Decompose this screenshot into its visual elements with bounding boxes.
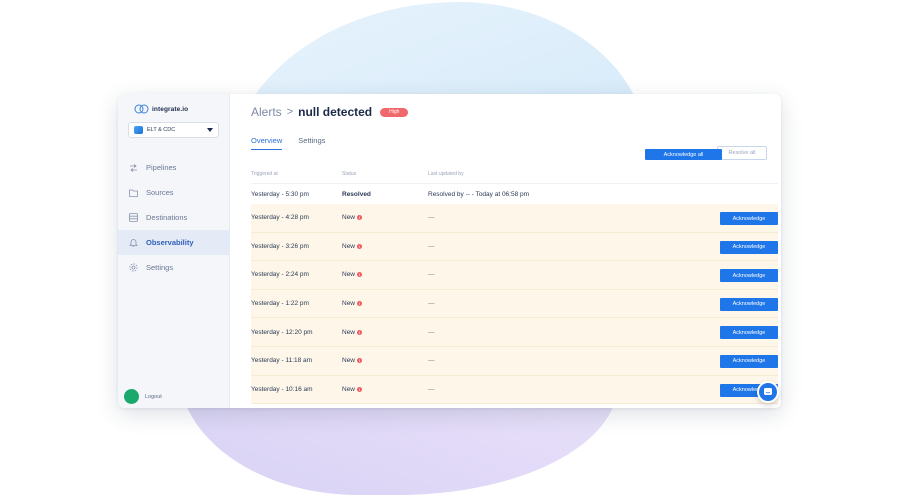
- column-header-status: Status: [342, 171, 357, 177]
- cell-triggered-at: Yesterday - 11:18 am: [251, 357, 313, 365]
- table-header: Triggered at Status Last updated by: [251, 167, 778, 181]
- alert-rows: Yesterday - 4:28 pm New ! — Acknowledge …: [251, 204, 778, 405]
- cell-triggered-at: Yesterday - 12:20 pm: [251, 328, 313, 336]
- acknowledge-button[interactable]: Acknowledge: [720, 354, 778, 368]
- main-content: Alerts > null detected High Overview Set…: [230, 94, 781, 408]
- table-row: Yesterday - 10:16 am New ! — Acknowledge: [251, 375, 778, 405]
- app-window: integrate.io ELT & CDC Pipelines Sources: [118, 94, 781, 408]
- sidebar-item-label: Settings: [146, 263, 174, 272]
- table-row: Yesterday - 12:20 pm New ! — Acknowledge: [251, 318, 778, 347]
- logout-button[interactable]: Logout: [124, 389, 162, 404]
- sidebar-item-sources[interactable]: Sources: [118, 180, 230, 205]
- gear-icon: [128, 263, 138, 273]
- acknowledge-button[interactable]: Acknowledge: [720, 212, 778, 225]
- status-label: New: [342, 242, 356, 250]
- column-header-last-updated-by: Last updated by: [428, 171, 464, 177]
- tab-bar: Overview Settings: [251, 136, 325, 150]
- chat-launcher-button[interactable]: [757, 381, 779, 403]
- severity-badge: High: [380, 107, 409, 117]
- workspace-select[interactable]: ELT & CDC: [128, 122, 219, 138]
- cell-triggered-at: Yesterday - 3:26 pm: [251, 242, 309, 250]
- logo-text: integrate.io: [152, 105, 189, 113]
- cell-status: New !: [342, 300, 428, 307]
- cell-triggered-at: Yesterday - 10:16 am: [251, 385, 313, 393]
- workspace-label: ELT & CDC: [147, 127, 176, 133]
- alert-dot-icon: !: [357, 301, 363, 307]
- table-row-resolved: Yesterday - 5:30 pm Resolved Resolved by…: [251, 183, 778, 204]
- cell-status: New !: [342, 214, 428, 221]
- cell-status: New !: [342, 271, 428, 278]
- tab-overview[interactable]: Overview: [251, 136, 283, 150]
- tab-settings[interactable]: Settings: [298, 136, 325, 150]
- sidebar-item-pipelines[interactable]: Pipelines: [118, 155, 230, 180]
- bell-icon: [128, 238, 138, 248]
- status-label: New: [342, 357, 356, 365]
- alert-dot-icon: !: [357, 329, 363, 335]
- sidebar: integrate.io ELT & CDC Pipelines Sources: [118, 94, 230, 408]
- cell-status: New !: [342, 386, 428, 393]
- cell-triggered-at: Yesterday - 5:30 pm: [251, 190, 309, 198]
- breadcrumb-separator: >: [286, 106, 294, 118]
- status-label: New: [342, 385, 356, 393]
- logo-icon: [134, 104, 149, 114]
- resolve-all-button[interactable]: Resolve all: [717, 146, 767, 160]
- sidebar-item-label: Destinations: [146, 213, 188, 222]
- pipelines-icon: [128, 163, 138, 173]
- folder-icon: [128, 188, 138, 198]
- alert-dot-icon: !: [357, 272, 363, 278]
- cell-last-updated-by: Resolved by -- - Today at 06:58 pm: [428, 190, 530, 198]
- breadcrumb-alerts-link[interactable]: Alerts: [251, 105, 282, 119]
- cell-triggered-at: Yesterday - 2:24 pm: [251, 271, 309, 279]
- workspace-icon: [134, 126, 143, 134]
- alert-dot-icon: !: [357, 386, 363, 392]
- cell-status: New !: [342, 243, 428, 250]
- sidebar-item-label: Sources: [146, 188, 174, 197]
- alert-dot-icon: !: [357, 215, 363, 221]
- cell-status: Resolved: [342, 190, 371, 198]
- chat-icon: [764, 388, 772, 395]
- status-label: New: [342, 214, 356, 222]
- acknowledge-all-button[interactable]: Acknowledge all: [645, 149, 722, 160]
- database-icon: [128, 213, 138, 223]
- status-label: New: [342, 300, 356, 308]
- cell-status: New !: [342, 329, 428, 336]
- table-row: Yesterday - 4:28 pm New ! — Acknowledge: [251, 204, 778, 233]
- sidebar-item-settings[interactable]: Settings: [118, 255, 230, 280]
- sidebar-item-label: Observability: [146, 238, 194, 247]
- cell-triggered-at: Yesterday - 1:22 pm: [251, 300, 309, 308]
- table-row: Yesterday - 11:18 am New ! — Acknowledge: [251, 346, 778, 376]
- cell-status: New !: [342, 357, 428, 364]
- logout-label: Logout: [145, 393, 162, 400]
- status-label: New: [342, 271, 356, 279]
- alert-dot-icon: !: [357, 358, 363, 364]
- column-header-triggered-at: Triggered at: [251, 171, 278, 177]
- avatar: [124, 389, 139, 404]
- acknowledge-button[interactable]: Acknowledge: [720, 269, 778, 283]
- sidebar-item-observability[interactable]: Observability: [118, 230, 230, 255]
- cell-triggered-at: Yesterday - 4:28 pm: [251, 214, 309, 222]
- table-row: Yesterday - 1:22 pm New ! — Acknowledge: [251, 289, 778, 319]
- logo[interactable]: integrate.io: [134, 104, 188, 114]
- page-title: null detected: [298, 105, 373, 119]
- acknowledge-button[interactable]: Acknowledge: [720, 297, 778, 311]
- table-row: Yesterday - 3:26 pm New ! — Acknowledge: [251, 232, 778, 262]
- acknowledge-button[interactable]: Acknowledge: [720, 326, 778, 340]
- acknowledge-button[interactable]: Acknowledge: [720, 240, 778, 254]
- alert-dot-icon: !: [357, 243, 363, 249]
- sidebar-item-destinations[interactable]: Destinations: [118, 205, 230, 230]
- breadcrumb: Alerts > null detected High: [251, 105, 409, 119]
- table-row: Yesterday - 2:24 pm New ! — Acknowledge: [251, 261, 778, 290]
- sidebar-nav: Pipelines Sources Destinations Observabi…: [118, 155, 230, 280]
- caret-down-icon: [207, 128, 213, 132]
- status-label: New: [342, 328, 356, 336]
- sidebar-item-label: Pipelines: [146, 163, 177, 172]
